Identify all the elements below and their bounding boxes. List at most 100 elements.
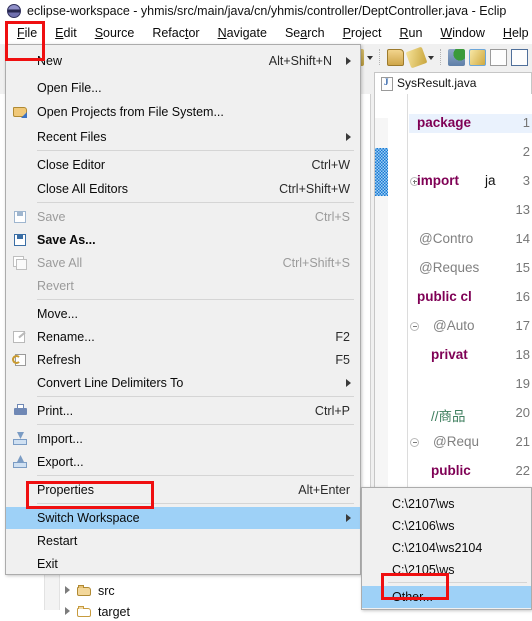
menu-item-accelerator: Ctrl+S — [314, 210, 350, 224]
tree-item-src[interactable]: src — [62, 581, 115, 600]
submenu-arrow-icon — [342, 507, 356, 529]
export-icon — [6, 451, 37, 473]
menu-item-accelerator: Ctrl+W — [311, 158, 350, 172]
submenu-item-label: C:\2105\ws — [392, 563, 455, 577]
menu-item-switch-workspace[interactable]: Switch Workspace — [6, 507, 360, 529]
debug-icon[interactable] — [448, 48, 465, 66]
print-icon — [6, 400, 37, 422]
menu-item-label: Convert Line Delimiters To — [37, 376, 184, 390]
menu-item-print[interactable]: Print... Ctrl+P — [6, 400, 360, 422]
properties-view-icon[interactable] — [511, 48, 528, 66]
menu-item-save-as[interactable]: Save As... — [6, 229, 360, 251]
line-number: 13 — [515, 202, 530, 217]
submenu-item-ws-2104[interactable]: C:\2104\ws2104 — [362, 537, 531, 559]
menu-item-save: Save Ctrl+S — [6, 206, 360, 228]
tree-item-label: target — [98, 604, 130, 619]
menu-run[interactable]: Run — [390, 24, 431, 42]
refresh-icon — [6, 349, 37, 371]
menu-item-import[interactable]: Import... — [6, 428, 360, 450]
menu-item-label: Restart — [37, 534, 78, 548]
submenu-item-ws-2107[interactable]: C:\2107\ws — [362, 493, 531, 515]
menu-navigate[interactable]: Navigate — [209, 24, 276, 42]
menu-item-exit[interactable]: Exit — [6, 553, 360, 575]
menu-item-export[interactable]: Export... — [6, 451, 360, 473]
code-token: @Reques — [419, 260, 480, 275]
run-icon[interactable] — [405, 46, 428, 68]
menu-item-restart[interactable]: Restart — [6, 530, 360, 552]
menu-project[interactable]: Project — [334, 24, 391, 42]
menu-item-open-projects-from-file-system[interactable]: Open Projects from File System... — [6, 101, 360, 123]
menu-refactor[interactable]: Refactor — [143, 24, 208, 42]
line-number: 15 — [515, 260, 530, 275]
menu-item-refresh[interactable]: Refresh F5 — [6, 349, 360, 371]
menu-source[interactable]: Source — [86, 24, 144, 42]
tree-item-label: src — [98, 583, 115, 598]
fold-collapse-icon[interactable] — [410, 322, 419, 331]
menu-item-convert-line-delimiters-to[interactable]: Convert Line Delimiters To — [6, 372, 360, 394]
menu-search[interactable]: Search — [276, 24, 334, 42]
submenu-item-ws-2105[interactable]: C:\2105\ws — [362, 559, 531, 581]
close-all-editors-icon — [6, 178, 37, 200]
menu-item-close-editor[interactable]: Close Editor Ctrl+W — [6, 154, 360, 176]
line-number: 21 — [515, 434, 530, 449]
menu-item-accelerator: Ctrl+P — [314, 404, 350, 418]
code-token: package — [417, 115, 472, 130]
tree-item-target[interactable]: target — [62, 602, 130, 621]
convert-line-delimiters-icon — [6, 372, 37, 394]
menu-item-accelerator: Alt+Enter — [298, 483, 350, 497]
submenu-arrow-icon — [342, 50, 356, 72]
menu-separator — [37, 150, 354, 151]
menu-item-new[interactable]: New Alt+Shift+N — [6, 50, 360, 72]
menu-item-label: Exit — [37, 557, 58, 571]
new-icon — [6, 50, 37, 72]
external-tools-icon[interactable] — [469, 48, 486, 66]
fold-collapse-icon[interactable] — [410, 438, 419, 447]
menu-item-label: Recent Files — [37, 130, 107, 144]
menu-item-accelerator: F5 — [335, 353, 350, 367]
window-title: eclipse-workspace - yhmis/src/main/java/… — [27, 4, 507, 18]
submenu-item-other[interactable]: Other... — [362, 586, 531, 608]
menu-item-recent-files[interactable]: Recent Files — [6, 126, 360, 148]
marker-icon[interactable] — [490, 48, 507, 66]
menu-file[interactable]: File — [8, 24, 46, 42]
tab-sysresult-java[interactable]: SysResult.java — [374, 72, 532, 94]
menu-item-open-file[interactable]: Open File... — [6, 77, 360, 99]
code-token: import — [417, 173, 459, 188]
switch-workspace-icon — [6, 507, 37, 529]
restart-icon — [6, 530, 37, 552]
toolbar-dropdown-2[interactable] — [427, 49, 436, 65]
menu-item-label: Move... — [37, 307, 78, 321]
menu-item-label: Save As... — [37, 233, 96, 247]
menu-item-label: Properties — [37, 483, 94, 497]
menu-separator — [37, 424, 354, 425]
rename-icon — [6, 326, 37, 348]
switch-workspace-submenu: C:\2107\ws C:\2106\ws C:\2104\ws2104 C:\… — [361, 487, 532, 610]
open-projects-icon — [6, 101, 37, 123]
menu-help[interactable]: Help — [494, 24, 532, 42]
code-token: @Auto — [433, 318, 475, 333]
code-token: public — [431, 463, 471, 478]
toolbar-separator-2 — [440, 49, 442, 65]
menu-item-label: Import... — [37, 432, 83, 446]
menu-separator — [37, 396, 354, 397]
new-wizard-icon[interactable] — [387, 48, 404, 66]
line-number: 19 — [515, 376, 530, 391]
menu-item-properties[interactable]: Properties Alt+Enter — [6, 479, 360, 501]
editor-tab-label: SysResult.java — [397, 76, 477, 90]
menu-item-move[interactable]: Move... — [6, 303, 360, 325]
menu-item-label: Close Editor — [37, 158, 106, 172]
chevron-right-icon[interactable] — [62, 606, 73, 617]
menu-edit[interactable]: Edit — [46, 24, 86, 42]
menu-item-revert: Revert — [6, 275, 360, 297]
open-file-icon — [6, 77, 37, 99]
menu-item-close-all-editors[interactable]: Close All Editors Ctrl+Shift+W — [6, 178, 360, 200]
toolbar-dropdown-1[interactable] — [366, 49, 375, 65]
submenu-item-ws-2106[interactable]: C:\2106\ws — [362, 515, 531, 537]
menu-separator — [37, 475, 354, 476]
editor-scrollbar-thumb[interactable] — [375, 148, 388, 196]
menu-item-rename[interactable]: Rename... F2 — [6, 326, 360, 348]
chevron-right-icon[interactable] — [62, 585, 73, 596]
menu-item-accelerator: Ctrl+Shift+W — [279, 182, 350, 196]
properties-icon — [6, 479, 37, 501]
menu-window[interactable]: Window — [431, 24, 493, 42]
